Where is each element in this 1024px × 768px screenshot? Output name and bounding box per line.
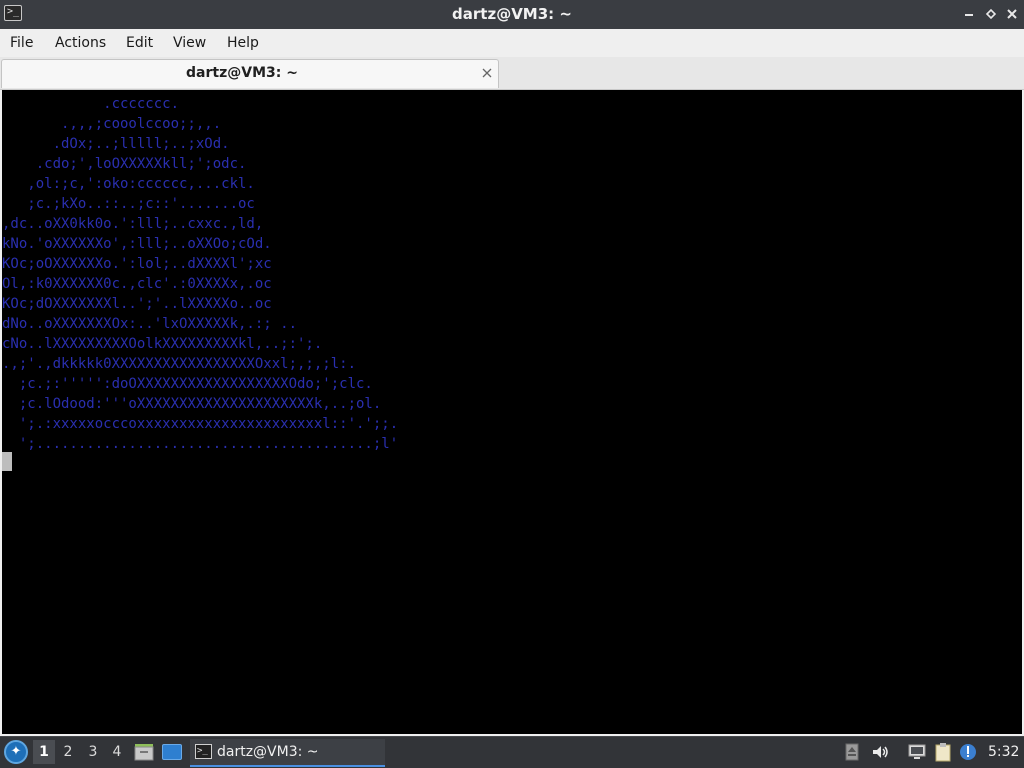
eject-tray-button[interactable] [842, 742, 862, 762]
menu-file[interactable]: File [10, 29, 33, 57]
terminal-line: ,dc..oXX0kk0o.':lll;..cxxc.,ld, [2, 216, 264, 232]
terminal-line: ;c.lOdood:'''oXXXXXXXXXXXXXXXXXXXXXk,..;… [2, 396, 382, 412]
window-titlebar[interactable]: >_ dartz@VM3: ~ [0, 0, 1024, 29]
terminal-line: .,;'.,dkkkkk0XXXXXXXXXXXXXXXXXOxxl;,;,;l… [2, 356, 357, 372]
terminal-text: .ccccccc. .,,,;cooolccoo;;,,. .dOx;..;ll… [2, 94, 398, 454]
menu-actions[interactable]: Actions [55, 29, 106, 57]
terminal-output[interactable]: .ccccccc. .,,,;cooolccoo;;,,. .dOx;..;ll… [2, 90, 1022, 734]
taskbar: ✦ 1 2 3 4 >_ dartz@VM3: ~ 5:32 [0, 736, 1024, 768]
terminal-line: ';.:xxxxxocccoxxxxxxxxxxxxxxxxxxxxxxl::'… [2, 416, 399, 432]
terminal-line: Ol,:k0XXXXXX0c.,clc'.:0XXXXx,.oc [2, 276, 272, 292]
terminal-line: ,ol:;c,':oko:cccccc,...ckl. [2, 176, 255, 192]
lxqt-start-icon: ✦ [10, 744, 22, 759]
network-tray-button[interactable] [907, 742, 927, 762]
terminal-line: cNo..lXXXXXXXXXOolkXXXXXXXXXkl,..;:';. [2, 336, 323, 352]
tab-bar: dartz@VM3: ~ [0, 57, 1024, 90]
terminal-line: .,,,;cooolccoo;;,,. [2, 116, 222, 132]
minimize-icon [965, 14, 973, 16]
tab-terminal-session[interactable]: dartz@VM3: ~ [1, 59, 499, 88]
terminal-line: .dOx;..;lllll;..;xOd. [2, 136, 230, 152]
window-title: dartz@VM3: ~ [452, 5, 572, 23]
tab-close-button[interactable] [479, 64, 495, 82]
taskbar-task-terminal[interactable]: >_ dartz@VM3: ~ [190, 739, 385, 767]
start-menu-button[interactable]: ✦ [4, 740, 28, 764]
desktop-switch-2[interactable]: 2 [57, 740, 79, 764]
clock[interactable]: 5:32 [988, 737, 1019, 767]
file-manager-launcher[interactable] [134, 742, 154, 762]
clipboard-icon [935, 743, 951, 762]
terminal-line: KOc;dOXXXXXXXl..';'..lXXXXXo..oc [2, 296, 272, 312]
terminal-line: kNo.'oXXXXXXo',:lll;..oXXOo;cOd. [2, 236, 272, 252]
menu-bar: File Actions Edit View Help [0, 29, 1024, 57]
terminal-line: .ccccccc. [2, 96, 180, 112]
menu-edit[interactable]: Edit [126, 29, 153, 57]
menu-help[interactable]: Help [227, 29, 259, 57]
clipboard-tray-button[interactable] [933, 742, 953, 762]
volume-tray-button[interactable] [870, 742, 890, 762]
text-cursor [2, 452, 12, 471]
file-manager-icon [134, 744, 154, 761]
tab-label: dartz@VM3: ~ [186, 65, 298, 81]
volume-icon [873, 746, 888, 758]
terminal-line: .cdo;',loOXXXXXkll;';odc. [2, 156, 247, 172]
menu-view[interactable]: View [173, 29, 206, 57]
close-icon [482, 68, 492, 78]
network-icon [908, 744, 926, 759]
close-icon [1007, 9, 1017, 19]
terminal-line: ;c.;:''''':doOXXXXXXXXXXXXXXXXXXOdo;';cl… [2, 376, 373, 392]
update-notifier-icon [960, 744, 976, 760]
restore-icon [985, 8, 997, 20]
desktop-switch-1[interactable]: 1 [33, 740, 55, 764]
terminal-line: ;c.;kXo..::..;c::'.......oc [2, 196, 255, 212]
minimize-button[interactable] [961, 5, 977, 23]
maximize-button[interactable] [983, 5, 999, 23]
task-title: dartz@VM3: ~ [217, 744, 319, 760]
update-notifier-tray-button[interactable] [958, 742, 978, 762]
desktop-switch-4[interactable]: 4 [106, 740, 128, 764]
show-desktop-launcher[interactable] [162, 744, 182, 760]
terminal-window: >_ dartz@VM3: ~ File Actions Edit View H… [0, 0, 1024, 736]
terminal-line: ';......................................… [2, 436, 399, 452]
close-button[interactable] [1004, 5, 1020, 23]
terminal-line: dNo..oXXXXXXXOx:..'lxOXXXXXk,.:; .. [2, 316, 298, 332]
terminal-icon: >_ [195, 744, 212, 759]
terminal-line: KOc;oOXXXXXXo.':lol;..dXXXXl';xc [2, 256, 272, 272]
eject-icon [845, 743, 859, 761]
desktop-switch-3[interactable]: 3 [82, 740, 104, 764]
